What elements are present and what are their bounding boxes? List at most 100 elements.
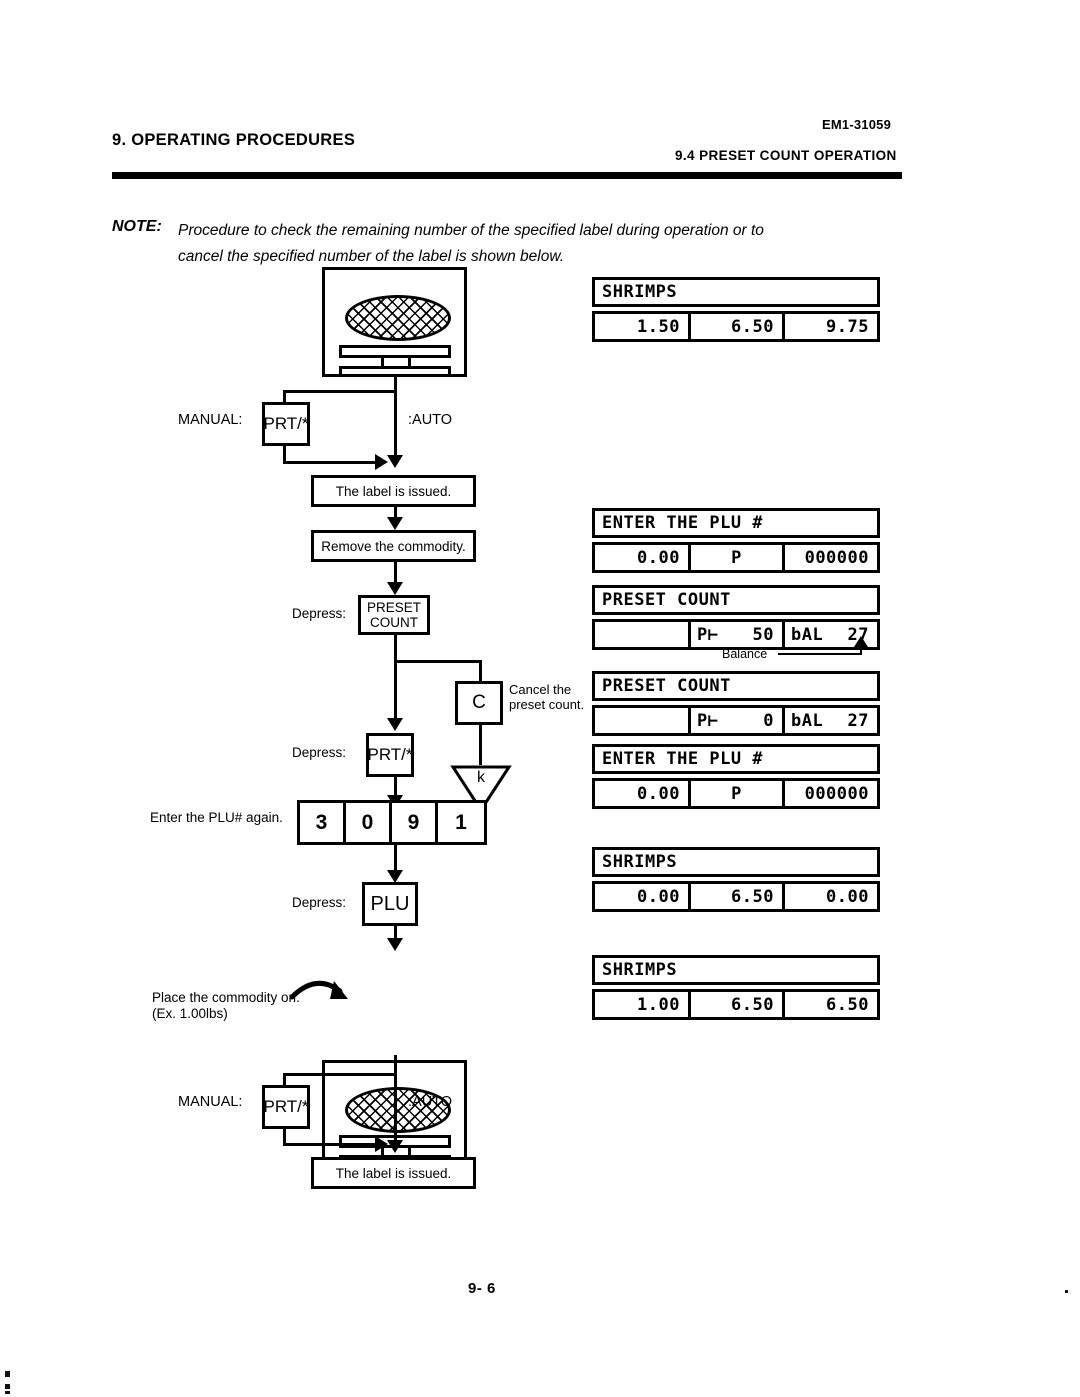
balance-value: 27: [847, 710, 869, 731]
display-row: 0.00 P 000000: [592, 778, 880, 809]
document-page: EM1-31059 9. OPERATING PROCEDURES 9.4 PR…: [0, 0, 1080, 1397]
keypad-digit-2[interactable]: 9: [392, 803, 438, 842]
balance-annotation-line: [778, 653, 861, 655]
display-preset-count-50: PRESET COUNT P⊢ 50 bAL 27: [592, 585, 880, 650]
header-rule: [112, 172, 902, 179]
display-shrimps-initial: SHRIMPS 1.50 6.50 9.75: [592, 277, 880, 342]
display-cell-weight: 1.00: [595, 992, 691, 1017]
note-label: NOTE:: [112, 218, 162, 235]
preset-count-key-line-2: COUNT: [370, 615, 418, 630]
display-cell-unit-price: 6.50: [691, 992, 785, 1017]
flow-line-5: [394, 660, 397, 724]
auto-label-bottom: :AUTO: [408, 1094, 453, 1110]
display-row: 0.00 P 000000: [592, 542, 880, 573]
balance-prefix: bAL: [791, 710, 824, 731]
display-enter-plu-1: ENTER THE PLU # 0.00 P 000000: [592, 508, 880, 573]
flow-line-auto-2: [394, 1055, 397, 1147]
flow-arrow-2: [387, 517, 403, 530]
display-cell-preset: P⊢ 0: [691, 708, 785, 733]
flow-arrow-manual-1: [375, 454, 388, 470]
display-cell-unit-price: 6.50: [691, 884, 785, 909]
manual-label-bottom: MANUAL:: [178, 1094, 243, 1110]
chapter-title: 9. OPERATING PROCEDURES: [112, 131, 356, 149]
flow-arrow-3: [387, 582, 403, 595]
enter-plu-again-label: Enter the PLU# again.: [150, 810, 283, 825]
step-remove-commodity: Remove the commodity.: [311, 530, 476, 562]
display-title: SHRIMPS: [592, 847, 880, 877]
display-title: PRESET COUNT: [592, 671, 880, 701]
flow-arrow-8: [387, 938, 403, 951]
place-commodity-line-2: (Ex. 1.00lbs): [152, 1006, 228, 1021]
step-label-issued-1: The label is issued.: [311, 475, 476, 507]
display-cell-plu-number: 000000: [804, 783, 869, 804]
flow-line-manual-top-1: [283, 390, 396, 393]
plu-key[interactable]: PLU: [362, 882, 418, 926]
display-enter-plu-2: ENTER THE PLU # 0.00 P 000000: [592, 744, 880, 809]
note-line-1: Procedure to check the remaining number …: [178, 222, 764, 239]
scan-artifact: [1065, 1290, 1068, 1293]
preset-value: 0: [763, 710, 774, 731]
preset-prefix: P⊢: [697, 624, 719, 645]
keypad-digit-0[interactable]: 3: [300, 803, 346, 842]
display-cell-weight: 1.50: [595, 314, 691, 339]
scan-artifact: [5, 1371, 10, 1377]
preset-count-key[interactable]: PRESET COUNT: [358, 595, 430, 635]
cancel-key[interactable]: C: [455, 681, 503, 725]
flow-line-manual-right-1: [283, 461, 379, 464]
display-cell-total-price: 0.00: [826, 886, 869, 907]
flow-line-manual-right-2: [283, 1143, 379, 1146]
scale-platter: [339, 345, 451, 358]
flow-line-manual-top-2: [283, 1073, 396, 1076]
note-text: Procedure to check the remaining number …: [178, 218, 903, 270]
prt-key-bottom[interactable]: PRT/*: [262, 1085, 310, 1129]
keypad-digit-3[interactable]: 1: [438, 803, 484, 842]
display-row: P⊢ 0 bAL 27: [592, 705, 880, 736]
depress-label-1: Depress:: [291, 606, 346, 621]
display-cell-preset: P⊢ 50: [691, 622, 785, 647]
scan-artifact: [5, 1391, 10, 1394]
display-title: PRESET COUNT: [592, 585, 880, 615]
display-cell-weight: 0.00: [595, 781, 691, 806]
preset-value: 50: [752, 624, 774, 645]
display-preset-count-0: PRESET COUNT P⊢ 0 bAL 27: [592, 671, 880, 736]
flow-line-c-down-2: [479, 725, 482, 765]
display-cell-total-price: 6.50: [826, 994, 869, 1015]
balance-annotation-arrow: [854, 636, 868, 647]
place-commodity-line-1: Place the commodity on.: [152, 990, 300, 1005]
flow-arrow-5: [387, 718, 403, 731]
flow-line-4: [394, 635, 397, 663]
commodity-shape: [345, 295, 451, 341]
preset-prefix: P⊢: [697, 710, 719, 731]
flow-arrow-manual-2: [375, 1136, 388, 1152]
page-number: 9- 6: [468, 1280, 496, 1297]
display-cell-weight: 0.00: [595, 884, 691, 909]
prt-key-middle[interactable]: PRT/*: [366, 733, 414, 777]
step-label-issued-2: The label is issued.: [311, 1157, 476, 1189]
auto-label-top: :AUTO: [408, 412, 453, 428]
display-cell-weight: 0.00: [595, 545, 691, 570]
display-row: P⊢ 50 bAL 27: [592, 619, 880, 650]
prt-key-top[interactable]: PRT/*: [262, 402, 310, 446]
cancel-note-line-2: preset count.: [509, 697, 585, 712]
display-shrimps-final: SHRIMPS 1.00 6.50 6.50: [592, 955, 880, 1020]
scale-base: [339, 366, 451, 377]
document-code: EM1-31059: [822, 117, 892, 132]
depress-label-3: Depress:: [291, 895, 346, 910]
display-cell-balance: bAL 27: [785, 708, 877, 733]
cancel-note-line-1: Cancel the: [509, 682, 572, 697]
keypad-plu-number[interactable]: 3 0 9 1: [297, 800, 487, 845]
keypad-digit-1[interactable]: 0: [346, 803, 392, 842]
balance-prefix: bAL: [791, 624, 824, 645]
display-row: 0.00 6.50 0.00: [592, 881, 880, 912]
display-row: 1.50 6.50 9.75: [592, 311, 880, 342]
display-row: 1.00 6.50 6.50: [592, 989, 880, 1020]
display-shrimps-zero: SHRIMPS 0.00 6.50 0.00: [592, 847, 880, 912]
display-cell-total-price: 9.75: [826, 316, 869, 337]
section-title: 9.4 PRESET COUNT OPERATION: [675, 148, 897, 163]
display-title: ENTER THE PLU #: [592, 744, 880, 774]
flow-arrow-auto-2: [387, 1140, 403, 1153]
display-cell-unit-price: 6.50: [691, 314, 785, 339]
place-commodity-label: Place the commodity on. (Ex. 1.00lbs): [152, 990, 300, 1022]
balance-annotation-label: Balance: [722, 647, 768, 661]
flow-line-branch-c: [394, 660, 482, 663]
